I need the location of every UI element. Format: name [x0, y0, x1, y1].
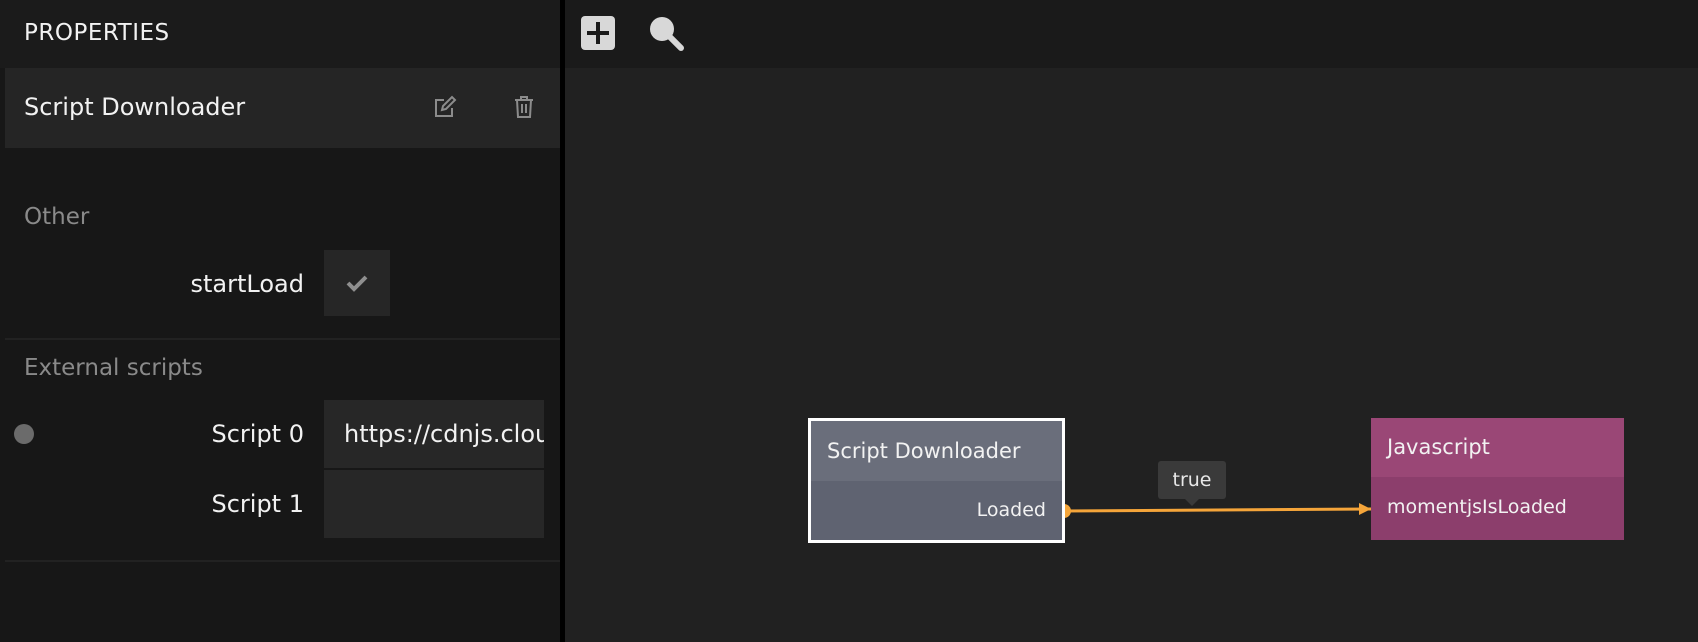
section-external-label: External scripts	[24, 355, 203, 381]
node-script-downloader[interactable]: Script Downloader Loaded	[808, 418, 1065, 543]
startload-label: startLoad	[190, 270, 304, 298]
trash-icon[interactable]	[511, 94, 537, 120]
node-sd-output-port[interactable]: Loaded	[977, 499, 1046, 521]
panel-header: PROPERTIES	[0, 0, 560, 68]
edit-icon[interactable]	[432, 94, 458, 120]
properties-panel: PROPERTIES Script Downloader Other start…	[0, 0, 560, 642]
search-icon[interactable]	[647, 14, 685, 52]
node-javascript[interactable]: Javascript momentjsIsLoaded	[1371, 418, 1624, 540]
node-sd-title: Script Downloader	[811, 421, 1062, 481]
canvas-toolbar	[565, 0, 1698, 68]
script1-input[interactable]	[324, 470, 544, 538]
script0-label: Script 0	[211, 420, 304, 448]
section-divider	[5, 338, 560, 340]
node-js-input-port[interactable]: momentjsIsLoaded	[1387, 496, 1567, 518]
checkmark-icon	[346, 275, 368, 292]
selected-node-name: Script Downloader	[24, 93, 246, 121]
edge-label-pointer	[1185, 499, 1199, 506]
graph-canvas[interactable]	[565, 0, 1698, 642]
port-dot[interactable]	[14, 424, 34, 444]
edge-label[interactable]: true	[1158, 461, 1226, 499]
section-other-label: Other	[24, 204, 90, 230]
node-js-title: Javascript	[1371, 418, 1624, 477]
plus-icon[interactable]	[579, 14, 617, 52]
panel-title: PROPERTIES	[24, 20, 170, 46]
section-divider	[5, 560, 560, 562]
script1-label: Script 1	[211, 490, 304, 518]
app-root: PROPERTIES Script Downloader Other start…	[0, 0, 1698, 642]
startload-checkbox[interactable]	[324, 250, 390, 316]
selected-node-bar: Script Downloader	[5, 68, 560, 148]
script0-input[interactable]: https://cdnjs.cloud	[324, 400, 544, 468]
